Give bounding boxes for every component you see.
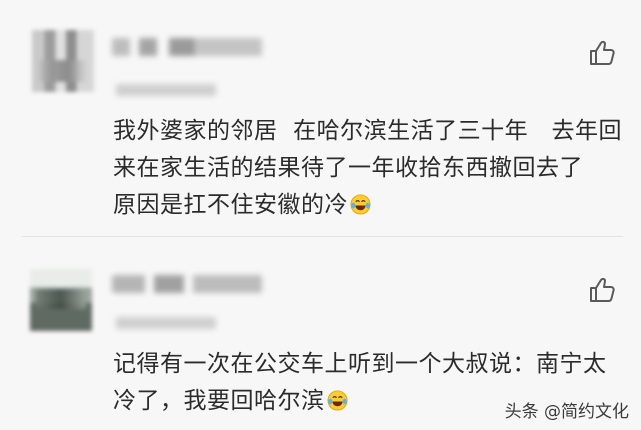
timestamp-blurred [116, 84, 216, 96]
laughing-tears-icon [326, 390, 348, 411]
timestamp-blurred [116, 317, 216, 329]
watermark: 头条 @简约文化 [504, 402, 629, 422]
laughing-tears-icon [350, 194, 371, 215]
thumbs-up-icon[interactable] [587, 38, 617, 68]
avatar[interactable] [32, 30, 94, 92]
username-blurred[interactable] [112, 275, 262, 293]
username-blurred[interactable] [112, 38, 262, 56]
comment-item: 我外婆家的邻居 在哈尔滨生活了三十年 去年回来在家生活的结果待了一年收拾东西撤回… [0, 0, 641, 237]
avatar[interactable] [30, 269, 92, 331]
thumbs-up-icon[interactable] [587, 275, 617, 305]
comment-text: 我外婆家的邻居 在哈尔滨生活了三十年 去年回来在家生活的结果待了一年收拾东西撤回… [113, 113, 623, 224]
